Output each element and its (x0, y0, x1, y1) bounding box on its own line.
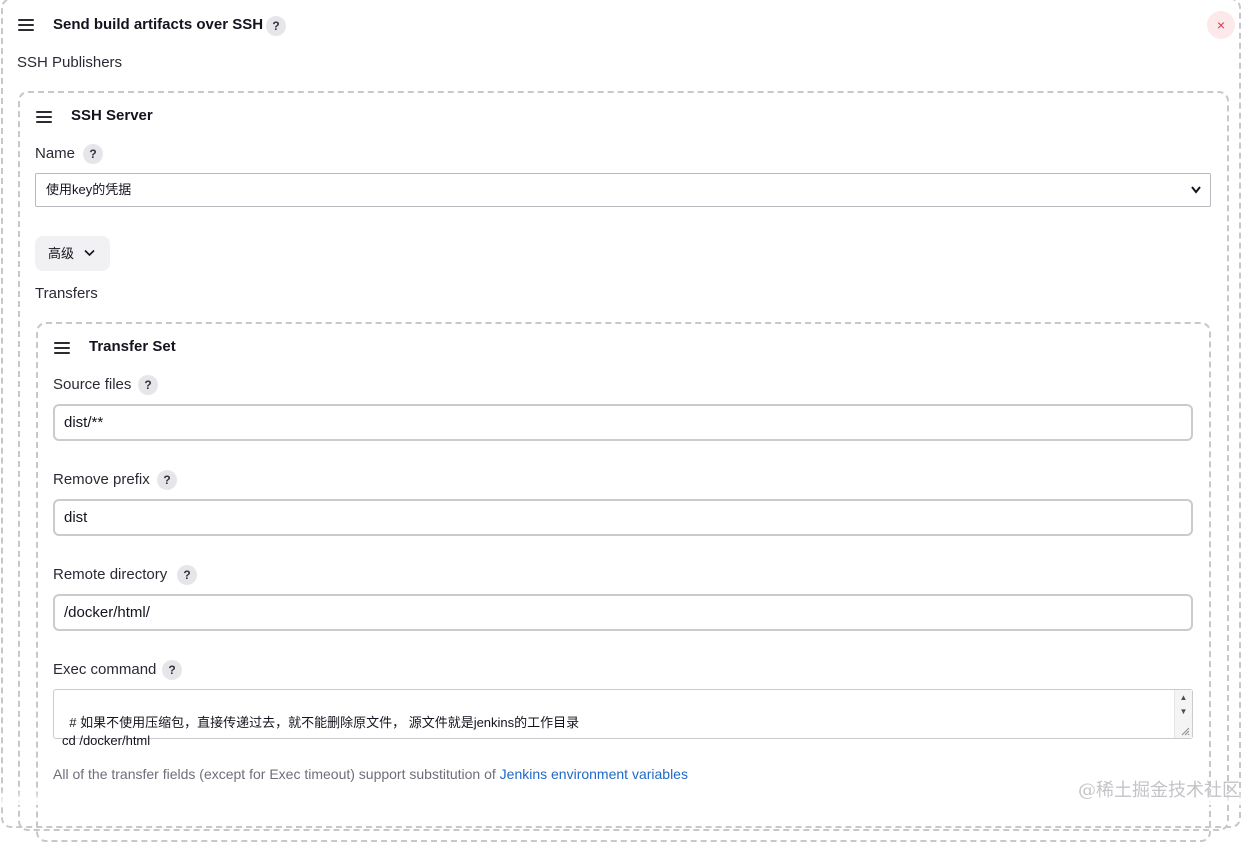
watermark: @稀土掘金技术社区 (1078, 780, 1240, 801)
advanced-label: 高级 (48, 246, 75, 261)
transfer-set-title: Transfer Set (89, 338, 176, 355)
remote-directory-help-icon[interactable]: ? (177, 565, 197, 585)
publisher-title: Send build artifacts over SSH (53, 16, 264, 33)
name-label: Name (35, 145, 76, 162)
chevron-down-icon (1190, 174, 1202, 219)
remove-prefix-input[interactable]: dist (53, 499, 1193, 536)
resize-grip-icon[interactable] (1181, 727, 1190, 736)
exec-command-textarea[interactable]: # 如果不使用压缩包，直接传递过去，就不能删除原文件， 源文件就是jenkins… (53, 689, 1193, 748)
publisher-help-icon[interactable]: ? (266, 16, 286, 36)
remove-prefix-label: Remove prefix (53, 471, 150, 488)
drag-handle-icon[interactable] (54, 342, 70, 354)
transfers-label: Transfers (35, 285, 98, 302)
ssh-server-title: SSH Server (71, 107, 153, 124)
remote-directory-input[interactable]: /docker/html/ (53, 594, 1193, 631)
transfer-set-panel (36, 322, 1211, 842)
source-files-input[interactable]: dist/** (53, 404, 1193, 441)
name-select-value: 使用key的凭据 (46, 182, 132, 197)
exec-command-label: Exec command (53, 661, 157, 678)
chevron-down-icon (84, 249, 95, 257)
substitution-note-text: All of the transfer fields (except for E… (53, 766, 500, 782)
ssh-publishers-label: SSH Publishers (17, 54, 123, 71)
remove-prefix-help-icon[interactable]: ? (157, 470, 177, 490)
drag-handle-icon[interactable] (36, 111, 52, 123)
drag-handle-icon[interactable] (18, 19, 34, 31)
source-files-help-icon[interactable]: ? (138, 375, 158, 395)
advanced-button[interactable]: 高级 (35, 236, 110, 271)
jenkins-env-vars-link[interactable]: Jenkins environment variables (500, 766, 688, 782)
substitution-note: All of the transfer fields (except for E… (53, 766, 688, 782)
remote-directory-label: Remote directory (53, 566, 168, 583)
scroll-down-icon[interactable]: ▼ (1175, 704, 1192, 720)
source-files-label: Source files (53, 376, 132, 393)
bottom-fade (0, 790, 1245, 805)
name-select[interactable]: 使用key的凭据 (35, 173, 1211, 207)
exec-command-help-icon[interactable]: ? (162, 660, 182, 680)
name-help-icon[interactable]: ? (83, 144, 103, 164)
close-icon[interactable]: × (1207, 11, 1235, 39)
